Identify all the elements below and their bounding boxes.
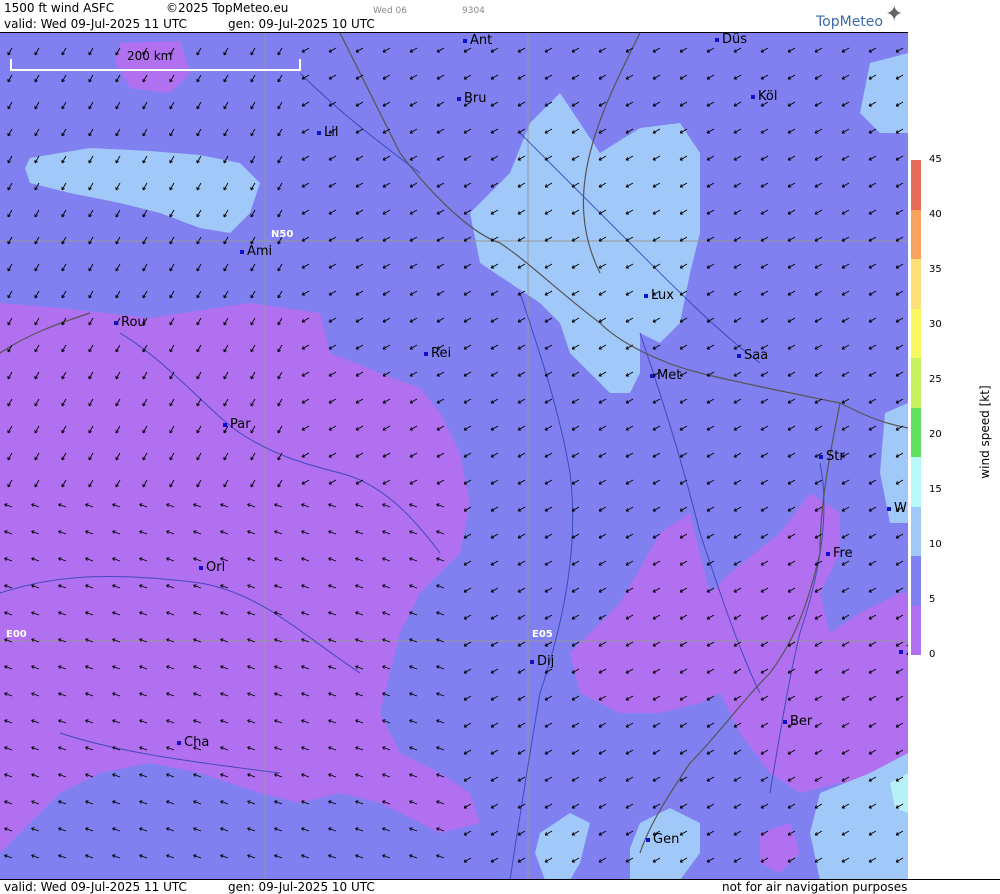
header-tiny-id: 9304 [462, 6, 485, 16]
city-marker[interactable]: Cha [177, 736, 209, 750]
legend-unit-label: wind speed [kt] [978, 385, 992, 479]
city-marker[interactable]: Düs [715, 33, 747, 47]
product-title: 1500 ft wind ASFC [4, 1, 115, 15]
legend-color-step [911, 160, 921, 210]
legend-tick-label: 20 [929, 429, 942, 440]
wind-speed-legend [911, 160, 921, 655]
city-marker[interactable]: Dij [530, 655, 554, 669]
gen-time: gen: 09-Jul-2025 10 UTC [228, 17, 375, 31]
city-marker[interactable]: Ant [463, 34, 492, 48]
grid-label-e05: E05 [532, 629, 553, 640]
city-marker[interactable]: Lux [644, 289, 674, 303]
legend-tick-label: 0 [929, 649, 936, 660]
valid-time: valid: Wed 09-Jul-2025 11 UTC [4, 17, 187, 31]
footer-valid-time: valid: Wed 09-Jul-2025 11 UTC [4, 880, 187, 894]
city-marker[interactable]: Ami [240, 245, 272, 259]
legend-color-step [911, 457, 921, 507]
city-marker[interactable]: Par [223, 418, 251, 432]
legend-color-step [911, 209, 921, 259]
compass-star-icon: ✦ [885, 2, 904, 27]
legend-color-step [911, 407, 921, 457]
city-marker[interactable]: Bru [457, 92, 487, 106]
legend-tick-label: 40 [929, 209, 942, 220]
legend-tick-label: 15 [929, 484, 942, 495]
legend-color-step [911, 259, 921, 309]
city-marker[interactable]: Lil [317, 126, 338, 140]
legend-color-step [911, 358, 921, 408]
footer-disclaimer: not for air navigation purposes [722, 880, 908, 894]
city-marker[interactable]: Met [650, 369, 681, 383]
header-tiny-day: Wed 06 [373, 6, 407, 16]
city-marker[interactable]: Fre [826, 547, 853, 561]
legend-color-step [911, 605, 921, 655]
city-marker[interactable]: Z [899, 645, 908, 659]
city-marker[interactable]: W [887, 502, 907, 516]
legend-color-step [911, 556, 921, 606]
legend-tick-label: 25 [929, 374, 942, 385]
grid-label-e00: E00 [6, 629, 27, 640]
topmeteo-logo[interactable]: TopMeteo [816, 14, 883, 30]
city-marker[interactable]: Saa [737, 349, 768, 363]
wind-map-canvas [0, 33, 908, 880]
footer: valid: Wed 09-Jul-2025 11 UTC gen: 09-Ju… [0, 879, 1000, 894]
scale-bar: 200 km [10, 49, 301, 71]
wind-map[interactable]: 200 km N50 E00 E05 Ant Düs Bru Köl Lil A… [0, 32, 908, 880]
city-marker[interactable]: Str [819, 450, 845, 464]
city-marker[interactable]: Rei [424, 347, 451, 361]
legend-tick-label: 35 [929, 264, 942, 275]
city-marker[interactable]: Köl [751, 90, 777, 104]
city-marker[interactable]: Rou [114, 316, 146, 330]
city-marker[interactable]: Gen [646, 833, 679, 847]
scale-label: 200 km [127, 49, 173, 63]
grid-label-n50: N50 [271, 229, 294, 240]
legend-tick-label: 30 [929, 319, 942, 330]
legend-tick-label: 5 [929, 594, 936, 605]
city-marker[interactable]: Orl [199, 561, 225, 575]
footer-gen-time: gen: 09-Jul-2025 10 UTC [228, 880, 375, 894]
city-marker[interactable]: Ber [783, 715, 812, 729]
legend-tick-label: 45 [929, 154, 942, 165]
legend-color-step [911, 308, 921, 358]
legend-color-step [911, 506, 921, 556]
legend-tick-label: 10 [929, 539, 942, 550]
copyright: ©2025 TopMeteo.eu [166, 1, 289, 15]
